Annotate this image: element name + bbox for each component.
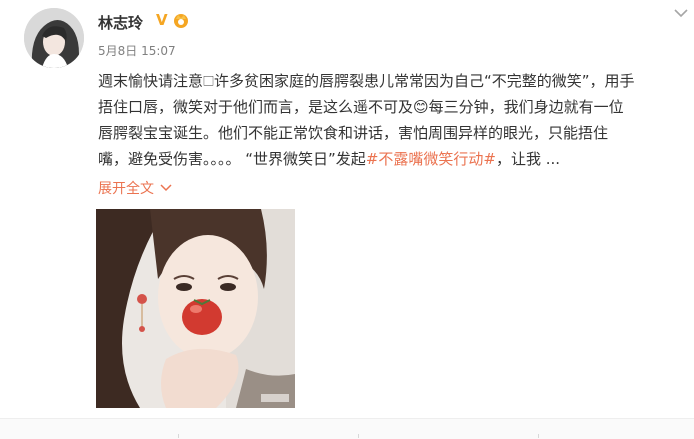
action-separator [538, 434, 539, 438]
post-text-segment: ，让我 ... [495, 150, 561, 168]
vip-crown-icon[interactable] [172, 11, 190, 29]
post-text-line: 嘴，避免受伤害。。。。 “世界微笑日”发起#不露嘴微笑行动#，让我 ... [98, 146, 683, 172]
verified-v-icon[interactable]: V [156, 11, 168, 29]
action-separator [178, 434, 179, 438]
post-text-segment: 嘴，避免受伤害。。。。 “世界微笑日”发起 [98, 150, 366, 168]
post-time[interactable]: 5月8日 15:07 [98, 42, 176, 59]
author-badges: V [156, 11, 190, 29]
topic-link[interactable]: #不露嘴微笑行动# [366, 150, 496, 168]
post-text-line: 唇腭裂宝宝诞生。他们不能正常饮食和讲话，害怕周围异样的眼光，只能捂住 [98, 124, 609, 142]
action-bar [0, 418, 694, 439]
chevron-down-icon[interactable] [672, 6, 690, 20]
expand-full-text[interactable]: 展开全文 [98, 178, 172, 198]
action-separator [358, 434, 359, 438]
expand-label[interactable]: 展开全文 [98, 178, 154, 198]
author-name[interactable]: 林志玲 [98, 12, 143, 33]
avatar[interactable] [24, 8, 84, 68]
post-text-line: 週末愉快请注意🗆许多贫困家庭的唇腭裂患儿常常因为自己“不完整的微笑”，用手 [98, 72, 635, 90]
chevron-down-icon[interactable] [160, 184, 172, 192]
post-text-line: 捂住口唇，微笑对于他们而言，是这么遥不可及😊每三分钟，我们身边就有一位 [98, 98, 624, 116]
post-photo[interactable] [96, 209, 295, 408]
post-content: 週末愉快请注意🗆许多贫困家庭的唇腭裂患儿常常因为自己“不完整的微笑”，用手 捂住… [98, 68, 683, 172]
